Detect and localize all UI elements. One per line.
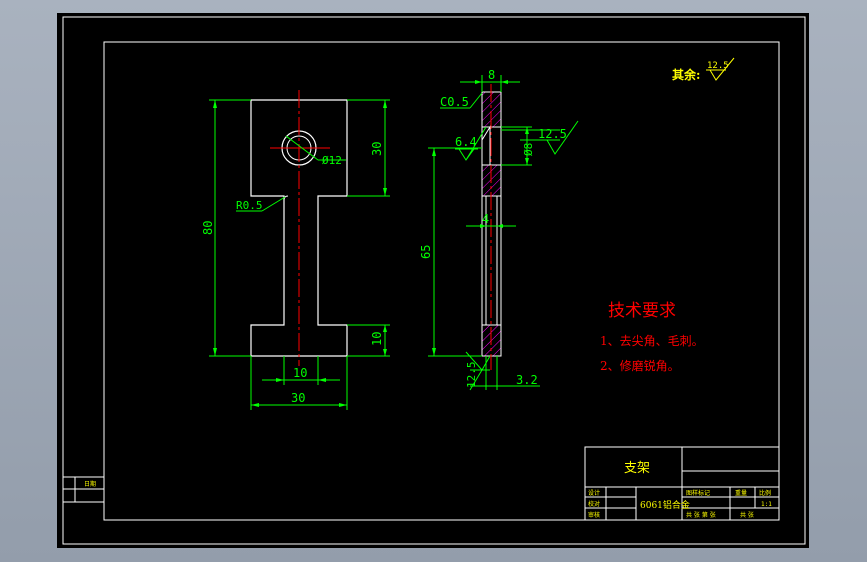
title-scale-value: 1:1 bbox=[761, 501, 772, 508]
dim-roughness-top-label: 6.4 bbox=[455, 135, 477, 149]
dim-roughness-bottom-label: 12.5 bbox=[465, 362, 478, 389]
drawing-sheet bbox=[57, 13, 809, 548]
title-material: 6061铝合金 bbox=[640, 499, 690, 511]
title-label-weight: 重量 bbox=[735, 489, 747, 497]
dim-chamfer-label: C0.5 bbox=[440, 95, 469, 109]
title-part-name: 支架 bbox=[624, 461, 650, 476]
dim-stem-width-label: 10 bbox=[293, 366, 307, 380]
dim-top-block-label: 30 bbox=[370, 142, 384, 156]
surface-note-label: 其余: bbox=[672, 67, 700, 82]
dim-base-width-label: 30 bbox=[291, 391, 305, 405]
dim-slot-label: 4 bbox=[482, 212, 489, 226]
title-row-review: 审核 bbox=[588, 511, 600, 519]
tech-requirement-item-2: 2、修磨锐角。 bbox=[600, 358, 680, 373]
title-row-check: 校对 bbox=[588, 500, 600, 508]
dim-hole-label: Ø12 bbox=[322, 154, 342, 167]
dim-length-label: 65 bbox=[419, 245, 433, 259]
dim-roughness-right-label: 12.5 bbox=[538, 127, 567, 141]
dim-hole-depth-label: Ø8 bbox=[522, 143, 535, 156]
surface-note-value: 12.5 bbox=[707, 61, 729, 71]
title-footer: 共 张 bbox=[740, 511, 754, 519]
tech-requirement-item-1: 1、去尖角、毛刺。 bbox=[600, 334, 704, 348]
dim-bottom-offset-label: 3.2 bbox=[516, 373, 538, 387]
title-label-scale: 比例 bbox=[759, 489, 771, 497]
dim-thickness-label: 8 bbox=[488, 68, 495, 82]
dim-height-total-label: 80 bbox=[201, 221, 215, 235]
cad-drawing: 日期 Ø12 80 30 10 R0.5 10 30 8 C0.5 6.4 12… bbox=[57, 13, 809, 548]
dim-fillet-label: R0.5 bbox=[236, 199, 263, 212]
title-label-mark: 图样标记 bbox=[686, 489, 710, 497]
tech-requirements-title: 技术要求 bbox=[608, 301, 676, 321]
title-row-design: 设计 bbox=[588, 489, 600, 497]
side-label-text: 日期 bbox=[84, 480, 96, 488]
title-sheet: 共 张 第 张 bbox=[686, 511, 716, 519]
dim-bottom-block-label: 10 bbox=[370, 332, 384, 346]
